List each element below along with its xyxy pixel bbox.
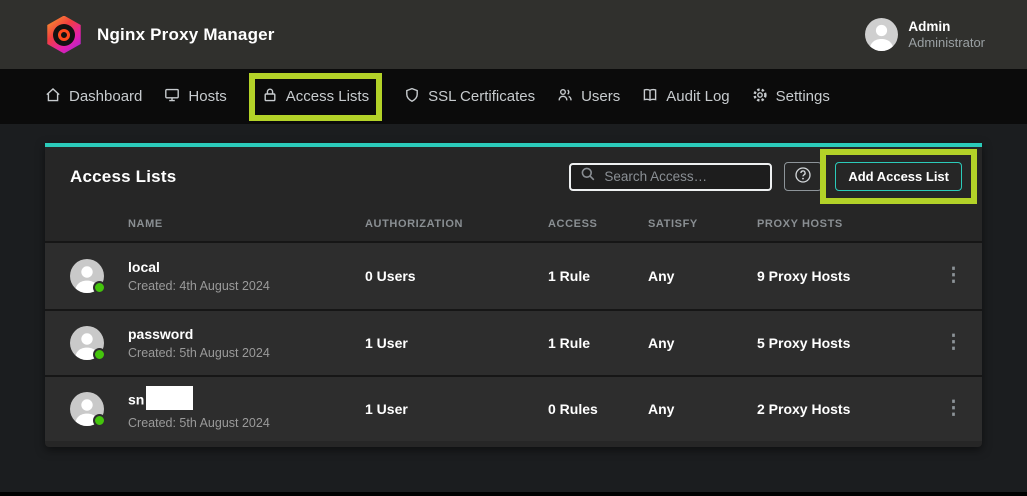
table-row: sn Created: 5th August 2024 1 User 0 Rul… <box>45 375 982 441</box>
cell-proxy-hosts: 2 Proxy Hosts <box>757 401 925 417</box>
table-row: password Created: 5th August 2024 1 User… <box>45 309 982 375</box>
cell-satisfy: Any <box>648 268 757 284</box>
status-online-dot <box>93 281 106 294</box>
nav-item-users[interactable]: Users <box>557 87 620 107</box>
cell-authorization: 1 User <box>365 335 548 351</box>
app-header: Nginx Proxy Manager Admin Administrator <box>0 0 1027 69</box>
nav-item-audit-log[interactable]: Audit Log <box>642 87 729 107</box>
nav-item-settings[interactable]: Settings <box>752 87 830 107</box>
nav-item-label: Hosts <box>188 88 226 105</box>
nav-item-label: Settings <box>776 88 830 105</box>
gear-icon <box>752 87 768 107</box>
search-input[interactable] <box>604 169 761 184</box>
cell-access: 1 Rule <box>548 268 648 284</box>
access-list-name: sn <box>128 391 144 407</box>
brand: Nginx Proxy Manager <box>45 16 275 54</box>
panel-title: Access Lists <box>70 167 176 187</box>
shield-icon <box>404 87 420 107</box>
nav-item-label: Access Lists <box>286 88 369 105</box>
help-icon <box>794 166 812 187</box>
row-avatar <box>70 259 104 293</box>
nav-item-ssl-certificates[interactable]: SSL Certificates <box>404 87 535 107</box>
cell-proxy-hosts: 9 Proxy Hosts <box>757 268 925 284</box>
cell-satisfy: Any <box>648 401 757 417</box>
annotation-highlight-access-lists: Access Lists <box>249 73 382 121</box>
help-button[interactable] <box>784 162 822 191</box>
user-menu[interactable]: Admin Administrator <box>865 18 985 51</box>
access-list-created: Created: 4th August 2024 <box>128 279 270 293</box>
lock-icon <box>262 87 278 107</box>
column-header-name: NAME <box>45 218 365 230</box>
monitor-icon <box>164 87 180 107</box>
content-area: Access Lists <box>0 124 1027 492</box>
table-row: local Created: 4th August 2024 0 Users 1… <box>45 243 982 309</box>
nav-item-label: Users <box>581 88 620 105</box>
app-title: Nginx Proxy Manager <box>97 25 275 45</box>
search-icon <box>580 166 596 187</box>
row-avatar <box>70 326 104 360</box>
users-icon <box>557 87 573 107</box>
user-avatar <box>865 18 898 51</box>
access-list-created: Created: 5th August 2024 <box>128 416 270 430</box>
screen-bottom-edge <box>0 492 1027 496</box>
column-header-authorization: AUTHORIZATION <box>365 218 548 230</box>
nav-item-label: SSL Certificates <box>428 88 535 105</box>
row-actions-kebab-icon[interactable]: ⋮ <box>925 402 982 416</box>
nav-item-access-lists[interactable]: Access Lists <box>262 87 369 107</box>
main-nav: Dashboard Hosts Access Lists SSL Certifi… <box>0 69 1027 124</box>
annotation-highlight-add-access-list: Add Access List <box>820 149 977 204</box>
home-icon <box>45 87 61 107</box>
access-lists-panel: Access Lists <box>45 143 982 447</box>
app-logo-icon <box>45 16 83 54</box>
status-online-dot <box>93 348 106 361</box>
cell-access: 0 Rules <box>548 401 648 417</box>
nav-item-label: Audit Log <box>666 88 729 105</box>
cell-satisfy: Any <box>648 335 757 351</box>
row-avatar <box>70 392 104 426</box>
column-header-proxy-hosts: PROXY HOSTS <box>757 218 925 230</box>
cell-proxy-hosts: 5 Proxy Hosts <box>757 335 925 351</box>
table-header: NAME AUTHORIZATION ACCESS SATISFY PROXY … <box>45 206 982 243</box>
nav-item-dashboard[interactable]: Dashboard <box>45 87 142 107</box>
redaction-box <box>146 386 193 410</box>
column-header-access: ACCESS <box>548 218 648 230</box>
user-name: Admin <box>908 19 985 35</box>
status-online-dot <box>93 414 106 427</box>
column-header-satisfy: SATISFY <box>648 218 757 230</box>
row-actions-kebab-icon[interactable]: ⋮ <box>925 336 982 350</box>
access-list-name: password <box>128 326 270 343</box>
nav-item-label: Dashboard <box>69 88 142 105</box>
access-list-created: Created: 5th August 2024 <box>128 346 270 360</box>
add-access-list-button[interactable]: Add Access List <box>835 162 962 191</box>
search-box <box>569 163 772 191</box>
book-icon <box>642 87 658 107</box>
nav-item-hosts[interactable]: Hosts <box>164 87 226 107</box>
access-list-name: local <box>128 259 270 276</box>
row-actions-kebab-icon[interactable]: ⋮ <box>925 269 982 283</box>
cell-authorization: 0 Users <box>365 268 548 284</box>
cell-authorization: 1 User <box>365 401 548 417</box>
cell-access: 1 Rule <box>548 335 648 351</box>
panel-header: Access Lists <box>45 147 982 206</box>
user-role: Administrator <box>908 35 985 51</box>
